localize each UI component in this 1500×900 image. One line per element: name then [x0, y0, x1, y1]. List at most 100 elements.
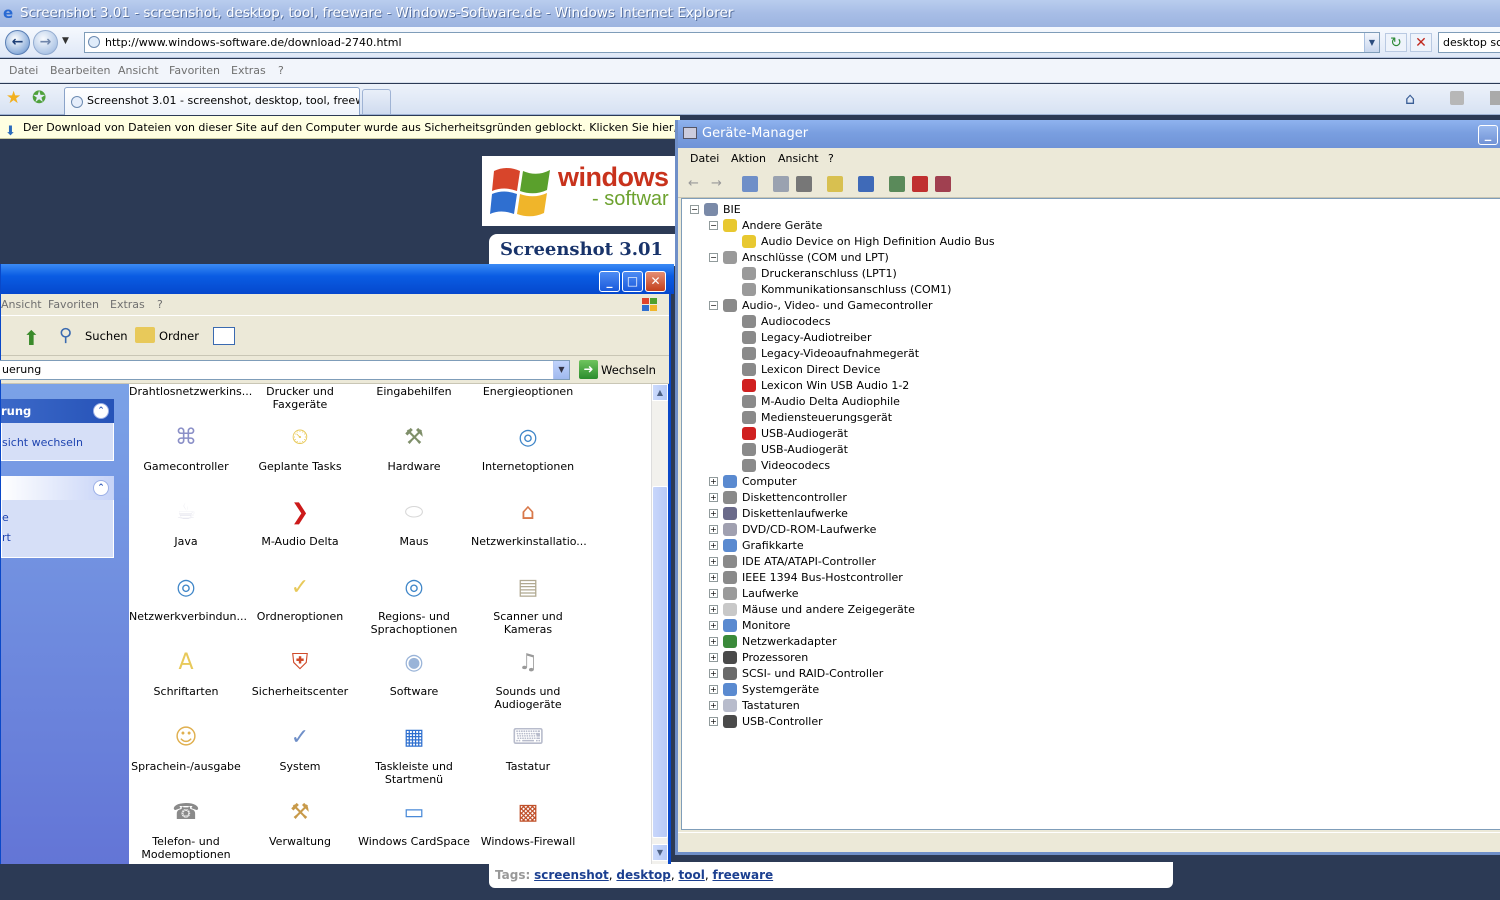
control-panel-item[interactable]: ♫ Sounds und Audiogeräte [471, 647, 585, 711]
control-panel-item[interactable]: A Schriftarten [129, 647, 243, 698]
stop-button[interactable]: ✕ [1410, 33, 1432, 52]
expand-icon[interactable]: + [709, 653, 718, 662]
menu-bearbeiten[interactable]: Bearbeiten [50, 59, 110, 83]
tree-item[interactable]: Audio Device on High Definition Audio Bu… [682, 234, 1500, 250]
expand-icon[interactable]: + [709, 589, 718, 598]
expand-icon[interactable]: + [709, 509, 718, 518]
tree-item[interactable]: Kommunikationsanschluss (COM1) [682, 282, 1500, 298]
tag-link[interactable]: freeware [712, 868, 773, 882]
tree-item[interactable]: Audiocodecs [682, 314, 1500, 330]
menu-ansicht[interactable]: Ansicht [778, 148, 819, 170]
tree-item[interactable]: USB-Audiogerät [682, 442, 1500, 458]
console-tree-icon[interactable] [742, 176, 758, 192]
tree-item[interactable]: + Systemgeräte [682, 682, 1500, 698]
new-tab-button[interactable] [362, 89, 391, 114]
folders-button[interactable]: Ordner [159, 316, 199, 356]
menu-aktion[interactable]: Aktion [731, 148, 766, 170]
expand-icon[interactable]: + [709, 573, 718, 582]
tree-item[interactable]: + Prozessoren [682, 650, 1500, 666]
vertical-scrollbar[interactable]: ▲ ▼ [651, 384, 668, 864]
collapse-icon[interactable]: − [709, 301, 718, 310]
tag-link[interactable]: tool [678, 868, 704, 882]
back-button[interactable]: ← [5, 30, 30, 55]
menu-ansicht[interactable]: Ansicht [1, 294, 42, 316]
control-panel-item[interactable]: ⬭ Maus [357, 497, 471, 548]
control-panel-item[interactable]: ⛨ Sicherheitscenter [243, 647, 357, 698]
expand-icon[interactable]: + [709, 477, 718, 486]
collapse-icon[interactable]: ⌃ [93, 480, 109, 496]
up-folder-icon[interactable]: ⬆ [23, 326, 40, 350]
tree-item[interactable]: + Grafikkarte [682, 538, 1500, 554]
control-panel-item[interactable]: ⌂ Netzwerkinstallatio... [471, 497, 587, 548]
maximize-button[interactable]: □ [622, 271, 643, 292]
scroll-down-icon[interactable]: ▼ [652, 844, 668, 861]
tag-link[interactable]: screenshot [534, 868, 609, 882]
rss-icon[interactable] [1450, 91, 1464, 105]
control-panel-item[interactable]: ◉ Software [357, 647, 471, 698]
control-panel-item[interactable]: ⚡Energieoptionen [471, 384, 585, 398]
control-panel-item[interactable]: ⚒ Verwaltung [243, 797, 357, 848]
update-driver-icon[interactable] [889, 176, 905, 192]
tree-item[interactable]: + USB-Controller [682, 714, 1500, 730]
menu-help[interactable]: ? [157, 294, 163, 316]
menu-datei[interactable]: Datei [690, 148, 719, 170]
menu-favoriten[interactable]: Favoriten [48, 294, 99, 316]
control-panel-title-bar[interactable]: _ □ ✕ [1, 264, 674, 294]
collapse-icon[interactable]: − [709, 253, 718, 262]
tree-item[interactable]: + IEEE 1394 Bus-Hostcontroller [682, 570, 1500, 586]
tree-item[interactable]: Mediensteuerungsgerät [682, 410, 1500, 426]
scan-hardware-icon[interactable] [858, 176, 874, 192]
control-panel-item[interactable]: ⌨ Tastatur [471, 722, 585, 773]
expand-icon[interactable]: + [709, 637, 718, 646]
control-panel-item[interactable]: ◎ Internetoptionen [471, 422, 585, 473]
control-panel-item[interactable]: ☷Drahtlosnetzwerkins... [129, 384, 252, 398]
expand-icon[interactable]: + [709, 493, 718, 502]
control-panel-item[interactable]: ⌘ Gamecontroller [129, 422, 243, 473]
refresh-button[interactable]: ↻ [1385, 33, 1407, 52]
expand-icon[interactable]: + [709, 701, 718, 710]
expand-icon[interactable]: + [709, 717, 718, 726]
search-button[interactable]: Suchen [85, 316, 128, 356]
control-panel-item[interactable]: ⏲ Geplante Tasks [243, 422, 357, 473]
back-icon[interactable]: ← [688, 176, 704, 192]
tree-item[interactable]: + Mäuse und andere Zeigegeräte [682, 602, 1500, 618]
information-bar[interactable]: ⬇ Der Download von Dateien von dieser Si… [0, 116, 680, 139]
scroll-up-icon[interactable]: ▲ [652, 384, 668, 401]
tree-item[interactable]: Legacy-Videoaufnahmegerät [682, 346, 1500, 362]
scroll-thumb[interactable] [652, 486, 668, 838]
see-also-link[interactable]: rt [2, 531, 11, 544]
forward-icon[interactable]: → [711, 176, 727, 192]
tree-item[interactable]: + IDE ATA/ATAPI-Controller [682, 554, 1500, 570]
menu-ansicht[interactable]: Ansicht [118, 59, 159, 83]
tree-item[interactable]: Druckeranschluss (LPT1) [682, 266, 1500, 282]
collapse-icon[interactable]: ⌃ [93, 403, 109, 419]
control-panel-item[interactable]: ♿Eingabehilfen [357, 384, 471, 398]
minimize-button[interactable]: _ [599, 271, 620, 292]
tree-item[interactable]: Videocodecs [682, 458, 1500, 474]
control-panel-item[interactable]: ☕ Java [129, 497, 243, 548]
control-panel-item[interactable]: ◎ Netzwerkverbindun... [129, 572, 247, 623]
tree-item[interactable]: + Netzwerkadapter [682, 634, 1500, 650]
expand-icon[interactable]: + [709, 541, 718, 550]
menu-extras[interactable]: Extras [231, 59, 266, 83]
tree-item[interactable]: + Computer [682, 474, 1500, 490]
tree-item[interactable]: + Monitore [682, 618, 1500, 634]
control-panel-item[interactable]: ▦ Taskleiste und Startmenü [357, 722, 471, 786]
control-panel-item[interactable]: ◎ Regions- und Sprachoptionen [357, 572, 471, 636]
tree-item[interactable]: − Anschlüsse (COM und LPT) [682, 250, 1500, 266]
tree-item[interactable]: Legacy-Audiotreiber [682, 330, 1500, 346]
tree-item[interactable]: + Laufwerke [682, 586, 1500, 602]
control-panel-item[interactable]: ▩ Windows-Firewall [471, 797, 585, 848]
tree-item[interactable]: USB-Audiogerät [682, 426, 1500, 442]
menu-extras[interactable]: Extras [110, 294, 145, 316]
expand-icon[interactable]: + [709, 605, 718, 614]
control-panel-address-field[interactable]: uerung ▼ [0, 360, 570, 380]
add-favorite-icon[interactable]: ✪ [32, 88, 46, 108]
tab-active[interactable]: Screenshot 3.01 - screenshot, desktop, t… [64, 87, 360, 115]
control-panel-item[interactable]: ⚒ Hardware [357, 422, 471, 473]
site-logo[interactable]: windows - softwar [482, 156, 680, 226]
tree-item[interactable]: + Diskettencontroller [682, 490, 1500, 506]
uninstall-icon[interactable] [912, 176, 928, 192]
tree-item[interactable]: − BIE [682, 202, 1500, 218]
switch-view-link[interactable]: sicht wechseln [2, 436, 83, 449]
